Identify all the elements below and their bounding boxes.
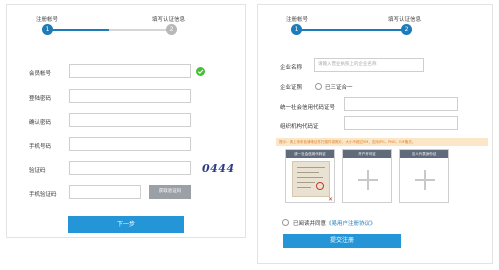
password-input[interactable] [69, 89, 191, 103]
agreement-link[interactable]: 《易用户注册协议》 [326, 221, 376, 227]
confirm-password-input[interactable] [69, 113, 191, 127]
sms-code-input[interactable] [69, 185, 141, 199]
submit-register-button[interactable]: 提交注册 [283, 234, 401, 248]
step-1-label: 注册帐号 [286, 17, 309, 23]
org-code-label: 组织机构代码证 [280, 124, 319, 130]
check-icon [196, 67, 205, 76]
plus-icon [358, 170, 378, 190]
sms-code-label: 手机验证码 [29, 192, 57, 198]
next-step-button[interactable]: 下一步 [68, 216, 184, 233]
certificate-label: 企业证照 [280, 85, 303, 91]
credit-code-upload[interactable]: 统一社会信用代码证 ✕ [285, 149, 335, 203]
account-input[interactable] [69, 64, 191, 78]
credit-code-label: 统一社会信用代码证号 [280, 105, 336, 111]
legal-id-upload[interactable]: 法人代表身份证 [399, 149, 449, 203]
company-name-label: 企业名称 [280, 65, 303, 71]
captcha-label: 验证码 [29, 168, 46, 174]
plus-icon [415, 170, 435, 190]
step-indicator: 注册帐号 填写认证信息 1 2 [258, 5, 492, 39]
phone-input[interactable] [69, 137, 191, 151]
step-track-done [47, 29, 109, 31]
step-2-dot: 2 [166, 24, 177, 35]
captcha-input[interactable] [69, 161, 191, 175]
step-track-done [296, 29, 408, 31]
company-name-input[interactable]: 请输入营业执照上的企业名称 [314, 58, 424, 72]
license-thumbnail [292, 161, 330, 197]
get-sms-code-button[interactable]: 获取验证码 [149, 185, 191, 199]
step-2-label: 填写认证信息 [388, 17, 422, 23]
upload-title: 统一社会信用代码证 [286, 150, 334, 158]
captcha-image[interactable]: 0444 [202, 160, 238, 178]
step-indicator: 注册帐号 填写认证信息 1 2 [7, 5, 245, 39]
register-account-panel: 注册帐号 填写认证信息 1 2 会员帐号 登陆密码 确认密码 手机号码 验证码 … [6, 4, 246, 238]
confirm-password-label: 确认密码 [29, 120, 52, 126]
three-in-one-option-label: 已三证合一 [325, 85, 353, 91]
certification-panel: 注册帐号 填写认证信息 1 2 企业名称 请输入营业执照上的企业名称 企业证照 … [257, 4, 493, 264]
remove-icon[interactable]: ✕ [328, 197, 333, 203]
account-label: 会员帐号 [29, 71, 52, 77]
phone-label: 手机号码 [29, 144, 52, 150]
agree-text: 已阅读并同意《易用户注册协议》 [293, 221, 376, 227]
account-permit-upload[interactable]: 开户许可证 [342, 149, 392, 203]
three-in-one-radio[interactable] [315, 83, 322, 90]
agree-checkbox[interactable] [282, 219, 289, 226]
step-2-dot: 2 [401, 24, 412, 35]
step-1-label: 注册帐号 [36, 17, 59, 23]
upload-title: 法人代表身份证 [400, 150, 448, 158]
upload-tip: 提示：请上传彩色清晰证件扫描件或照片，大小不超过5M，支持JPG、PNG、GIF… [276, 138, 488, 146]
credit-code-input[interactable] [344, 97, 458, 111]
org-code-input[interactable] [344, 116, 458, 130]
password-label: 登陆密码 [29, 96, 52, 102]
step-1-dot: 1 [42, 24, 53, 35]
upload-title: 开户许可证 [343, 150, 391, 158]
step-1-dot: 1 [291, 24, 302, 35]
step-2-label: 填写认证信息 [152, 17, 186, 23]
